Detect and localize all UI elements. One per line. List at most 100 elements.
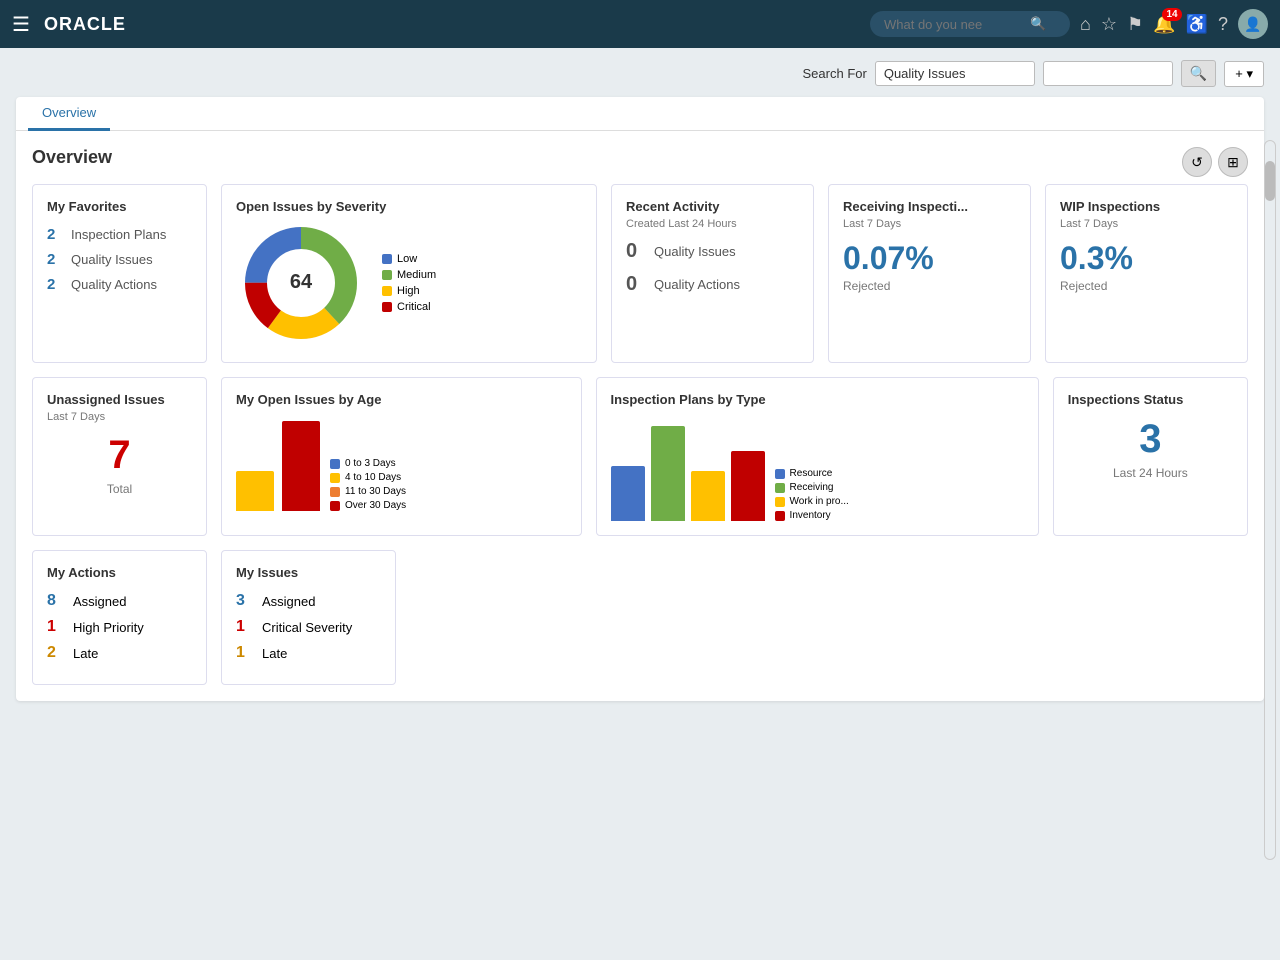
donut-chart: 64 bbox=[236, 218, 366, 348]
donut-legend: Low Medium High bbox=[382, 253, 436, 313]
fav-count-inspection-plans: 2 bbox=[47, 226, 63, 243]
search-for-input[interactable] bbox=[875, 61, 1035, 86]
open-issues-title: Open Issues by Severity bbox=[236, 199, 582, 214]
bar-over30days bbox=[282, 421, 320, 511]
legend-label-resource: Resource bbox=[790, 468, 833, 479]
star-icon[interactable]: ☆ bbox=[1101, 14, 1117, 35]
legend-item-critical: Critical bbox=[382, 301, 436, 313]
legend-dot-11-30 bbox=[330, 487, 340, 497]
list-item[interactable]: 3 Assigned bbox=[236, 592, 381, 610]
list-item[interactable]: 0 Quality Issues bbox=[626, 240, 799, 263]
tab-overview[interactable]: Overview bbox=[28, 97, 110, 131]
legend-label-wip: Work in pro... bbox=[790, 496, 849, 507]
list-item[interactable]: 2 Inspection Plans bbox=[47, 226, 192, 243]
legend-item-receiving: Receiving bbox=[775, 482, 849, 493]
widget-row-1: My Favorites 2 Inspection Plans 2 Qualit… bbox=[32, 184, 1248, 363]
legend-item-11-30: 11 to 30 Days bbox=[330, 486, 406, 497]
search-button[interactable]: 🔍 bbox=[1181, 60, 1216, 87]
issues-late-label: Late bbox=[262, 646, 287, 661]
legend-dot-over30 bbox=[330, 501, 340, 511]
scrollbar-track[interactable] bbox=[1264, 140, 1276, 860]
issues-assigned-count: 3 bbox=[236, 592, 254, 610]
widget-row-3: My Actions 8 Assigned 1 High Priority 2 bbox=[32, 550, 1248, 685]
list-item[interactable]: 1 Critical Severity bbox=[236, 618, 381, 636]
legend-label-over30: Over 30 Days bbox=[345, 500, 406, 511]
widget-my-issues: My Issues 3 Assigned 1 Critical Severity… bbox=[221, 550, 396, 685]
scrollbar-thumb[interactable] bbox=[1265, 161, 1275, 201]
legend-item-0-3: 0 to 3 Days bbox=[330, 458, 406, 469]
flag-icon[interactable]: ⚑ bbox=[1127, 14, 1143, 35]
layout-button[interactable]: ⊞ bbox=[1218, 147, 1248, 177]
legend-dot-receiving bbox=[775, 483, 785, 493]
fav-count-quality-issues: 2 bbox=[47, 251, 63, 268]
inspections-status-label: Last 24 Hours bbox=[1068, 466, 1233, 480]
legend-item-medium: Medium bbox=[382, 269, 436, 281]
ipt-bar-receiving bbox=[651, 426, 685, 521]
home-icon[interactable]: ⌂ bbox=[1080, 14, 1091, 35]
receiving-inspection-subtitle: Last 7 Days bbox=[843, 218, 1016, 230]
list-item[interactable]: 1 High Priority bbox=[47, 618, 192, 636]
page-title: Overview bbox=[32, 147, 1248, 168]
bar-legend-age: 0 to 3 Days 4 to 10 Days 11 to 30 Days bbox=[330, 458, 406, 511]
ipt-bar-area bbox=[611, 411, 765, 521]
widget-open-issues-severity: Open Issues by Severity bbox=[221, 184, 597, 363]
help-icon[interactable]: ? bbox=[1218, 14, 1228, 35]
global-search-box[interactable]: 🔍 bbox=[870, 11, 1070, 37]
widget-inspection-plans-type: Inspection Plans by Type bbox=[596, 377, 1039, 536]
issues-assigned-label: Assigned bbox=[262, 594, 315, 609]
list-item[interactable]: 2 Quality Issues bbox=[47, 251, 192, 268]
search-bar: Search For 🔍 + ▾ bbox=[16, 60, 1264, 87]
widget-my-actions: My Actions 8 Assigned 1 High Priority 2 bbox=[32, 550, 207, 685]
wip-inspections-percent: 0.3% bbox=[1060, 240, 1233, 277]
issues-critical-label: Critical Severity bbox=[262, 620, 352, 635]
unassigned-issues-number: 7 bbox=[47, 433, 192, 478]
legend-item-4-10: 4 to 10 Days bbox=[330, 472, 406, 483]
overview-body: Overview ↺ ⊞ My Favorites 2 Inspection P… bbox=[16, 131, 1264, 701]
list-item[interactable]: 1 Late bbox=[236, 644, 381, 662]
receiving-inspection-label: Rejected bbox=[843, 279, 1016, 293]
add-button[interactable]: + ▾ bbox=[1224, 61, 1264, 87]
legend-label-receiving: Receiving bbox=[790, 482, 834, 493]
wip-inspections-label: Rejected bbox=[1060, 279, 1233, 293]
widget-open-issues-age: My Open Issues by Age 0 to 3 Days bbox=[221, 377, 582, 536]
legend-dot-0-3 bbox=[330, 459, 340, 469]
accessibility-icon[interactable]: ♿ bbox=[1186, 14, 1208, 35]
search-extra-input[interactable] bbox=[1043, 61, 1173, 86]
legend-dot-wip bbox=[775, 497, 785, 507]
list-item[interactable]: 0 Quality Actions bbox=[626, 273, 799, 296]
activity-count-quality-issues: 0 bbox=[626, 240, 646, 263]
activity-label-quality-issues: Quality Issues bbox=[654, 244, 736, 259]
actions-high-priority-count: 1 bbox=[47, 618, 65, 636]
global-search-input[interactable] bbox=[884, 17, 1024, 32]
list-item[interactable]: 8 Assigned bbox=[47, 592, 192, 610]
actions-high-priority-label: High Priority bbox=[73, 620, 144, 635]
wip-inspections-subtitle: Last 7 Days bbox=[1060, 218, 1233, 230]
ipt-bar-resource bbox=[611, 466, 645, 521]
recent-activity-title: Recent Activity bbox=[626, 199, 799, 214]
legend-label-4-10: 4 to 10 Days bbox=[345, 472, 401, 483]
widget-receiving-inspection: Receiving Inspecti... Last 7 Days 0.07% … bbox=[828, 184, 1031, 363]
fav-count-quality-actions: 2 bbox=[47, 276, 63, 293]
bar-chart-age: 0 to 3 Days 4 to 10 Days 11 to 30 Days bbox=[236, 411, 567, 511]
ipt-bar-inventory bbox=[731, 451, 765, 521]
legend-label-high: High bbox=[397, 285, 420, 297]
my-favorites-title: My Favorites bbox=[47, 199, 192, 214]
list-item[interactable]: 2 Quality Actions bbox=[47, 276, 192, 293]
widget-row-2: Unassigned Issues Last 7 Days 7 Total My… bbox=[32, 377, 1248, 536]
widget-my-favorites: My Favorites 2 Inspection Plans 2 Qualit… bbox=[32, 184, 207, 363]
fav-label-inspection-plans: Inspection Plans bbox=[71, 227, 166, 242]
main-area: Search For 🔍 + ▾ Overview Overview ↺ ⊞ M… bbox=[0, 48, 1280, 960]
activity-label-quality-actions: Quality Actions bbox=[654, 277, 740, 292]
search-for-label: Search For bbox=[803, 66, 867, 81]
avatar[interactable]: 👤 bbox=[1238, 9, 1268, 39]
widget-inspections-status: Inspections Status 3 Last 24 Hours bbox=[1053, 377, 1248, 536]
bell-icon-wrap[interactable]: 🔔14 bbox=[1153, 14, 1175, 35]
activity-count-quality-actions: 0 bbox=[626, 273, 646, 296]
legend-item-wip: Work in pro... bbox=[775, 496, 849, 507]
ipt-bar-wip bbox=[691, 471, 725, 521]
refresh-button[interactable]: ↺ bbox=[1182, 147, 1212, 177]
list-item[interactable]: 2 Late bbox=[47, 644, 192, 662]
legend-dot-low bbox=[382, 254, 392, 264]
hamburger-icon[interactable]: ☰ bbox=[12, 12, 30, 37]
unassigned-issues-subtitle: Last 7 Days bbox=[47, 411, 192, 423]
